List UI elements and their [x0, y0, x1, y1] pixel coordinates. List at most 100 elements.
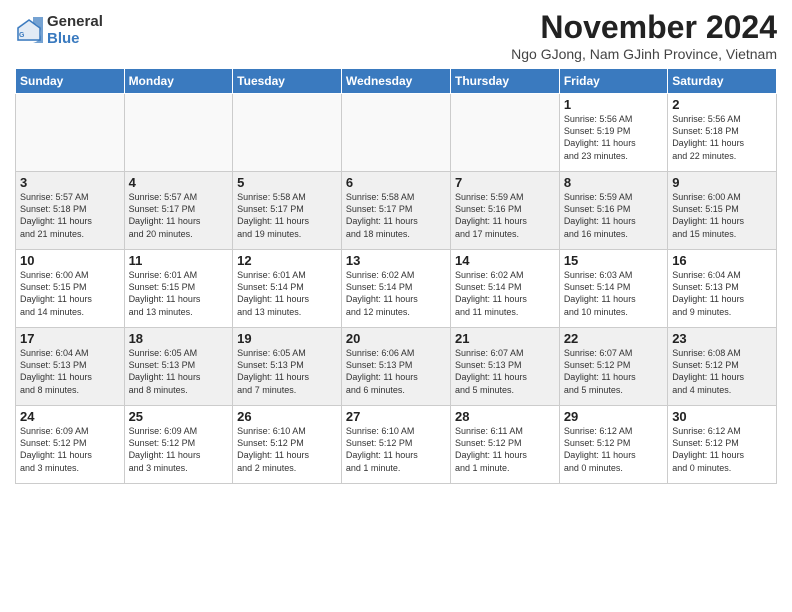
header-monday: Monday — [124, 69, 233, 94]
calendar-table: Sunday Monday Tuesday Wednesday Thursday… — [15, 68, 777, 484]
calendar-week-1: 3Sunrise: 5:57 AM Sunset: 5:18 PM Daylig… — [16, 172, 777, 250]
calendar-cell: 8Sunrise: 5:59 AM Sunset: 5:16 PM Daylig… — [559, 172, 667, 250]
day-info: Sunrise: 6:11 AM Sunset: 5:12 PM Dayligh… — [455, 425, 555, 474]
day-info: Sunrise: 5:57 AM Sunset: 5:17 PM Dayligh… — [129, 191, 229, 240]
header-tuesday: Tuesday — [233, 69, 342, 94]
day-info: Sunrise: 5:58 AM Sunset: 5:17 PM Dayligh… — [346, 191, 446, 240]
calendar-cell: 26Sunrise: 6:10 AM Sunset: 5:12 PM Dayli… — [233, 406, 342, 484]
header-saturday: Saturday — [668, 69, 777, 94]
day-number: 8 — [564, 175, 663, 190]
day-number: 2 — [672, 97, 772, 112]
header-thursday: Thursday — [450, 69, 559, 94]
calendar-cell: 16Sunrise: 6:04 AM Sunset: 5:13 PM Dayli… — [668, 250, 777, 328]
header-friday: Friday — [559, 69, 667, 94]
day-info: Sunrise: 5:56 AM Sunset: 5:18 PM Dayligh… — [672, 113, 772, 162]
day-number: 3 — [20, 175, 120, 190]
calendar-cell: 30Sunrise: 6:12 AM Sunset: 5:12 PM Dayli… — [668, 406, 777, 484]
header-wednesday: Wednesday — [341, 69, 450, 94]
day-info: Sunrise: 6:02 AM Sunset: 5:14 PM Dayligh… — [346, 269, 446, 318]
calendar-cell: 20Sunrise: 6:06 AM Sunset: 5:13 PM Dayli… — [341, 328, 450, 406]
day-info: Sunrise: 6:03 AM Sunset: 5:14 PM Dayligh… — [564, 269, 663, 318]
month-title: November 2024 — [511, 10, 777, 45]
calendar-cell: 10Sunrise: 6:00 AM Sunset: 5:15 PM Dayli… — [16, 250, 125, 328]
day-info: Sunrise: 6:10 AM Sunset: 5:12 PM Dayligh… — [346, 425, 446, 474]
day-info: Sunrise: 6:10 AM Sunset: 5:12 PM Dayligh… — [237, 425, 337, 474]
day-number: 21 — [455, 331, 555, 346]
calendar-week-2: 10Sunrise: 6:00 AM Sunset: 5:15 PM Dayli… — [16, 250, 777, 328]
title-block: November 2024 Ngo GJong, Nam GJinh Provi… — [511, 10, 777, 62]
calendar-cell: 24Sunrise: 6:09 AM Sunset: 5:12 PM Dayli… — [16, 406, 125, 484]
calendar-cell: 7Sunrise: 5:59 AM Sunset: 5:16 PM Daylig… — [450, 172, 559, 250]
logo-general-text: General — [47, 14, 103, 31]
page: G General Blue November 2024 Ngo GJong, … — [0, 0, 792, 489]
logo: G General Blue — [15, 14, 103, 47]
day-number: 7 — [455, 175, 555, 190]
day-number: 25 — [129, 409, 229, 424]
svg-text:G: G — [19, 32, 25, 39]
calendar-cell: 23Sunrise: 6:08 AM Sunset: 5:12 PM Dayli… — [668, 328, 777, 406]
calendar-week-0: 1Sunrise: 5:56 AM Sunset: 5:19 PM Daylig… — [16, 94, 777, 172]
logo-text: General Blue — [47, 14, 103, 47]
calendar-cell: 6Sunrise: 5:58 AM Sunset: 5:17 PM Daylig… — [341, 172, 450, 250]
calendar-cell: 5Sunrise: 5:58 AM Sunset: 5:17 PM Daylig… — [233, 172, 342, 250]
calendar-cell: 9Sunrise: 6:00 AM Sunset: 5:15 PM Daylig… — [668, 172, 777, 250]
day-number: 11 — [129, 253, 229, 268]
day-info: Sunrise: 6:07 AM Sunset: 5:13 PM Dayligh… — [455, 347, 555, 396]
day-info: Sunrise: 5:59 AM Sunset: 5:16 PM Dayligh… — [455, 191, 555, 240]
day-number: 15 — [564, 253, 663, 268]
calendar-cell — [341, 94, 450, 172]
day-number: 22 — [564, 331, 663, 346]
day-info: Sunrise: 6:08 AM Sunset: 5:12 PM Dayligh… — [672, 347, 772, 396]
calendar-cell: 17Sunrise: 6:04 AM Sunset: 5:13 PM Dayli… — [16, 328, 125, 406]
day-info: Sunrise: 6:09 AM Sunset: 5:12 PM Dayligh… — [129, 425, 229, 474]
calendar-cell: 4Sunrise: 5:57 AM Sunset: 5:17 PM Daylig… — [124, 172, 233, 250]
calendar-cell: 21Sunrise: 6:07 AM Sunset: 5:13 PM Dayli… — [450, 328, 559, 406]
day-number: 6 — [346, 175, 446, 190]
day-info: Sunrise: 5:58 AM Sunset: 5:17 PM Dayligh… — [237, 191, 337, 240]
day-info: Sunrise: 6:09 AM Sunset: 5:12 PM Dayligh… — [20, 425, 120, 474]
day-info: Sunrise: 6:06 AM Sunset: 5:13 PM Dayligh… — [346, 347, 446, 396]
day-number: 24 — [20, 409, 120, 424]
day-number: 1 — [564, 97, 663, 112]
day-info: Sunrise: 6:05 AM Sunset: 5:13 PM Dayligh… — [237, 347, 337, 396]
day-info: Sunrise: 5:59 AM Sunset: 5:16 PM Dayligh… — [564, 191, 663, 240]
day-info: Sunrise: 6:01 AM Sunset: 5:15 PM Dayligh… — [129, 269, 229, 318]
header-sunday: Sunday — [16, 69, 125, 94]
day-info: Sunrise: 5:57 AM Sunset: 5:18 PM Dayligh… — [20, 191, 120, 240]
day-number: 20 — [346, 331, 446, 346]
calendar-cell: 18Sunrise: 6:05 AM Sunset: 5:13 PM Dayli… — [124, 328, 233, 406]
day-number: 13 — [346, 253, 446, 268]
calendar-cell — [16, 94, 125, 172]
day-info: Sunrise: 6:04 AM Sunset: 5:13 PM Dayligh… — [20, 347, 120, 396]
calendar-cell — [124, 94, 233, 172]
location: Ngo GJong, Nam GJinh Province, Vietnam — [511, 46, 777, 62]
day-info: Sunrise: 6:05 AM Sunset: 5:13 PM Dayligh… — [129, 347, 229, 396]
logo-icon: G — [15, 17, 43, 45]
calendar-cell: 11Sunrise: 6:01 AM Sunset: 5:15 PM Dayli… — [124, 250, 233, 328]
calendar-cell: 12Sunrise: 6:01 AM Sunset: 5:14 PM Dayli… — [233, 250, 342, 328]
calendar-cell: 2Sunrise: 5:56 AM Sunset: 5:18 PM Daylig… — [668, 94, 777, 172]
day-number: 10 — [20, 253, 120, 268]
day-info: Sunrise: 5:56 AM Sunset: 5:19 PM Dayligh… — [564, 113, 663, 162]
day-number: 9 — [672, 175, 772, 190]
header: G General Blue November 2024 Ngo GJong, … — [15, 10, 777, 62]
day-number: 17 — [20, 331, 120, 346]
calendar-cell: 13Sunrise: 6:02 AM Sunset: 5:14 PM Dayli… — [341, 250, 450, 328]
day-number: 4 — [129, 175, 229, 190]
day-number: 12 — [237, 253, 337, 268]
calendar-cell: 1Sunrise: 5:56 AM Sunset: 5:19 PM Daylig… — [559, 94, 667, 172]
calendar-cell: 14Sunrise: 6:02 AM Sunset: 5:14 PM Dayli… — [450, 250, 559, 328]
calendar-week-4: 24Sunrise: 6:09 AM Sunset: 5:12 PM Dayli… — [16, 406, 777, 484]
day-number: 28 — [455, 409, 555, 424]
day-number: 19 — [237, 331, 337, 346]
day-info: Sunrise: 6:02 AM Sunset: 5:14 PM Dayligh… — [455, 269, 555, 318]
calendar-cell — [233, 94, 342, 172]
day-info: Sunrise: 6:01 AM Sunset: 5:14 PM Dayligh… — [237, 269, 337, 318]
calendar-cell: 29Sunrise: 6:12 AM Sunset: 5:12 PM Dayli… — [559, 406, 667, 484]
calendar-header-row: Sunday Monday Tuesday Wednesday Thursday… — [16, 69, 777, 94]
day-number: 29 — [564, 409, 663, 424]
calendar-cell — [450, 94, 559, 172]
day-info: Sunrise: 6:00 AM Sunset: 5:15 PM Dayligh… — [672, 191, 772, 240]
day-number: 5 — [237, 175, 337, 190]
day-number: 16 — [672, 253, 772, 268]
